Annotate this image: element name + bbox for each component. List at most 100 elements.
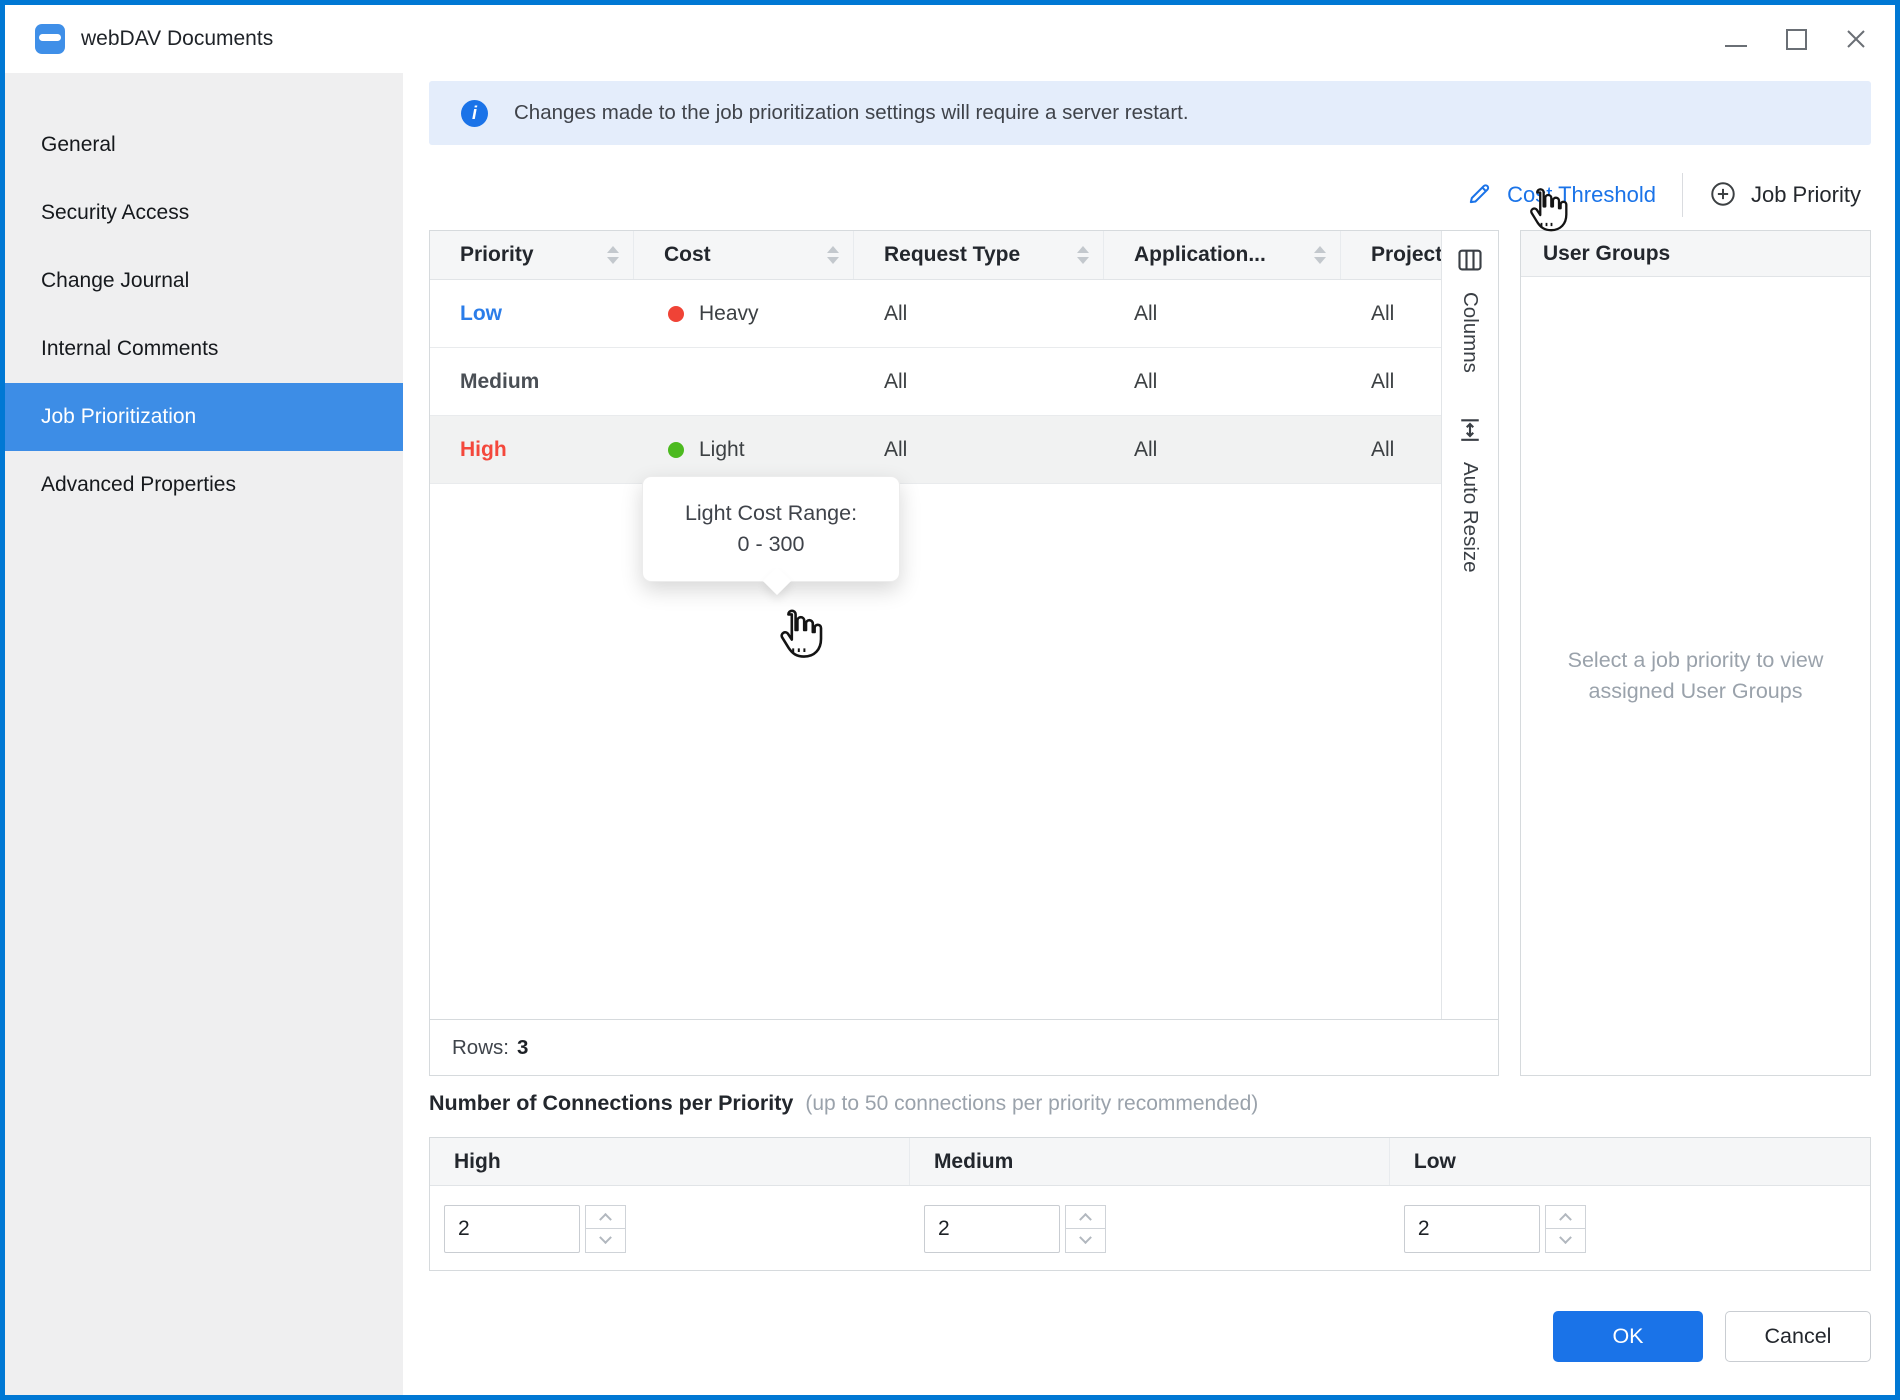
cost-label: Light: [699, 438, 745, 462]
table-footer: Rows: 3: [430, 1019, 1498, 1075]
table-actions: Cost Threshold Job Priority: [1466, 165, 1861, 225]
column-header-application[interactable]: Application...: [1104, 231, 1341, 279]
column-header-label: Priority: [460, 243, 534, 267]
columns-icon: [1455, 245, 1485, 280]
sidebar-item-general[interactable]: General: [5, 111, 403, 179]
low-connections-input[interactable]: [1404, 1205, 1540, 1253]
info-banner-text: Changes made to the job prioritization s…: [514, 101, 1189, 125]
project-cell: All: [1341, 370, 1441, 394]
maximize-icon[interactable]: [1783, 26, 1809, 52]
connections-cell-high: [430, 1186, 910, 1271]
table-row-low[interactable]: Low Heavy All All All: [430, 280, 1441, 348]
sort-arrows-icon: [1077, 246, 1089, 264]
user-groups-title: User Groups: [1543, 242, 1670, 266]
table-row-medium[interactable]: Medium All All All: [430, 348, 1441, 416]
spinner-down-icon[interactable]: [585, 1229, 626, 1253]
spinner-up-icon[interactable]: [1065, 1205, 1106, 1230]
request-type-cell: All: [854, 438, 1104, 462]
low-connections-stepper: [1404, 1205, 1586, 1253]
sidebar-item-internal-comments[interactable]: Internal Comments: [5, 315, 403, 383]
tooltip-line1: Light Cost Range:: [685, 501, 857, 526]
connections-header-medium: Medium: [910, 1138, 1390, 1185]
table-side-toolbar: Columns Auto Resize: [1441, 231, 1498, 1019]
cost-dot-icon: [668, 306, 684, 322]
user-groups-panel: User Groups Select a job priority to vie…: [1520, 230, 1871, 1076]
info-icon: i: [461, 100, 488, 127]
title-bar: webDAV Documents: [5, 5, 1895, 73]
connections-body-row: [430, 1186, 1870, 1271]
auto-resize-tab-label: Auto Resize: [1458, 462, 1482, 573]
sidebar-item-label: Job Prioritization: [41, 405, 196, 429]
column-header-request-type[interactable]: Request Type: [854, 231, 1104, 279]
medium-connections-stepper: [924, 1205, 1106, 1253]
spinner-down-icon[interactable]: [1545, 1229, 1586, 1253]
sidebar-item-advanced-properties[interactable]: Advanced Properties: [5, 451, 403, 519]
tooltip-line2: 0 - 300: [738, 532, 805, 557]
connections-table: High Medium Low: [429, 1137, 1871, 1271]
add-job-priority-button[interactable]: Job Priority: [1709, 180, 1861, 211]
high-connections-input[interactable]: [444, 1205, 580, 1253]
table-header-row: Priority Cost Request Type Application..…: [430, 231, 1441, 280]
columns-tab[interactable]: Columns: [1455, 245, 1485, 373]
close-icon[interactable]: [1843, 26, 1869, 52]
window-title: webDAV Documents: [81, 27, 273, 51]
request-type-cell: All: [854, 302, 1104, 326]
column-header-project[interactable]: Project: [1341, 231, 1441, 279]
cost-dot-icon: [668, 442, 684, 458]
priority-cell: High: [430, 438, 634, 462]
auto-resize-icon: [1455, 415, 1485, 450]
priority-cell: Medium: [430, 370, 634, 394]
info-banner: i Changes made to the job prioritization…: [429, 81, 1871, 145]
actions-divider: [1682, 173, 1683, 217]
high-connections-stepper: [444, 1205, 626, 1253]
request-type-cell: All: [854, 370, 1104, 394]
column-header-priority[interactable]: Priority: [430, 231, 634, 279]
job-priority-table: Priority Cost Request Type Application..…: [429, 230, 1499, 1076]
minimize-icon[interactable]: [1723, 26, 1749, 52]
application-cell: All: [1104, 370, 1341, 394]
cost-cell: Heavy: [634, 302, 854, 326]
spinner-up-icon[interactable]: [585, 1205, 626, 1230]
hand-cursor-icon: [768, 606, 824, 667]
column-header-label: Cost: [664, 243, 711, 267]
user-groups-header: User Groups: [1521, 231, 1870, 277]
sidebar-item-job-prioritization[interactable]: Job Prioritization: [5, 383, 403, 451]
main-content: i Changes made to the job prioritization…: [403, 73, 1895, 1395]
ok-button[interactable]: OK: [1553, 1311, 1703, 1362]
sidebar-item-label: General: [41, 133, 116, 157]
project-cell: All: [1341, 302, 1441, 326]
connections-header-row: High Medium Low: [430, 1138, 1870, 1186]
sidebar-item-security-access[interactable]: Security Access: [5, 179, 403, 247]
window-controls: [1723, 5, 1869, 73]
cancel-button[interactable]: Cancel: [1725, 1311, 1871, 1362]
spinner-up-icon[interactable]: [1545, 1205, 1586, 1230]
project-cell: All: [1341, 438, 1441, 462]
sidebar-item-label: Security Access: [41, 201, 189, 225]
user-groups-placeholder: Select a job priority to view assigned U…: [1540, 645, 1852, 707]
cost-threshold-label: Cost Threshold: [1507, 182, 1656, 208]
sidebar: General Security Access Change Journal I…: [5, 73, 403, 1395]
connections-header-high: High: [430, 1138, 910, 1185]
cost-range-tooltip: Light Cost Range: 0 - 300: [642, 476, 900, 582]
medium-connections-input[interactable]: [924, 1205, 1060, 1253]
user-groups-body: Select a job priority to view assigned U…: [1521, 277, 1870, 1075]
connections-section-header: Number of Connections per Priority (up t…: [429, 1091, 1258, 1116]
app-icon: [35, 24, 65, 54]
cost-cell: Light: [634, 438, 854, 462]
sidebar-item-change-journal[interactable]: Change Journal: [5, 247, 403, 315]
column-header-label: Application...: [1134, 243, 1266, 267]
sidebar-item-label: Change Journal: [41, 269, 189, 293]
dialog-window: webDAV Documents General Security Access…: [0, 0, 1900, 1400]
column-header-cost[interactable]: Cost: [634, 231, 854, 279]
table-row-high[interactable]: High Light All All All: [430, 416, 1441, 484]
spinner-down-icon[interactable]: [1065, 1229, 1106, 1253]
edit-icon: [1466, 180, 1493, 210]
auto-resize-tab[interactable]: Auto Resize: [1455, 415, 1485, 573]
rows-label: Rows:: [452, 1036, 509, 1060]
cost-threshold-button[interactable]: Cost Threshold: [1466, 180, 1656, 210]
connections-title: Number of Connections per Priority: [429, 1091, 793, 1116]
sidebar-item-label: Internal Comments: [41, 337, 218, 361]
sort-arrows-icon: [607, 246, 619, 264]
sidebar-item-label: Advanced Properties: [41, 473, 236, 497]
sort-arrows-icon: [827, 246, 839, 264]
